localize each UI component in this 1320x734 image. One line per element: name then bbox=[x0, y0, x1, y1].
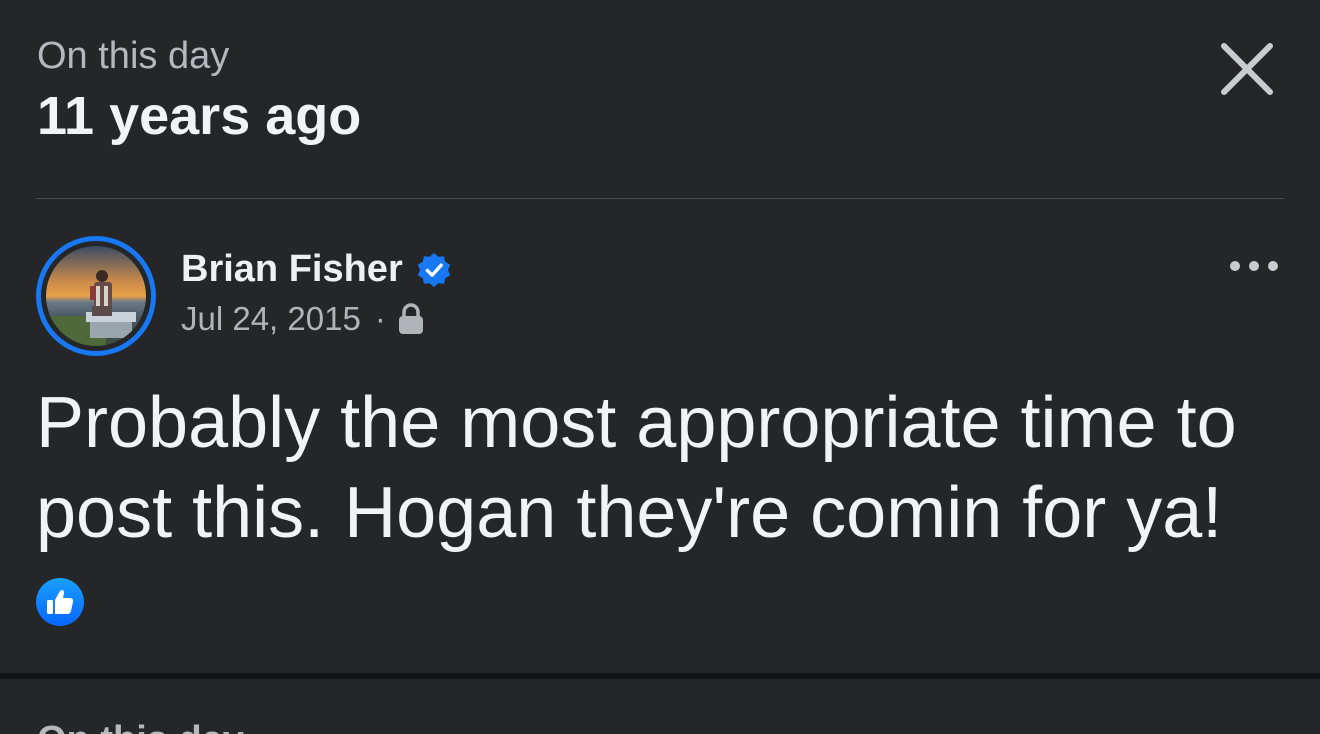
post-text: Probably the most appropriate time to po… bbox=[36, 383, 1237, 553]
post-author-row: Brian Fisher bbox=[181, 248, 453, 291]
avatar[interactable] bbox=[36, 236, 156, 356]
close-icon bbox=[1221, 43, 1273, 95]
thumbs-up-icon bbox=[36, 578, 84, 626]
lock-icon[interactable] bbox=[398, 303, 424, 335]
memory-header: On this day 11 years ago bbox=[37, 30, 361, 152]
next-section-title: On this day bbox=[37, 719, 244, 734]
header-title: 11 years ago bbox=[37, 86, 362, 146]
post-date[interactable]: Jul 24, 2015 bbox=[181, 300, 361, 338]
more-options-icon bbox=[1230, 261, 1278, 271]
header-divider bbox=[36, 198, 1284, 199]
meta-separator: · bbox=[374, 300, 386, 337]
close-button[interactable] bbox=[1214, 36, 1280, 102]
reaction-like-badge[interactable] bbox=[36, 578, 84, 626]
header-kicker: On this day bbox=[37, 35, 230, 77]
next-memory-section: On this day bbox=[0, 679, 1320, 734]
verified-badge-icon bbox=[417, 252, 450, 287]
author-name[interactable]: Brian Fisher bbox=[181, 248, 403, 291]
more-options-button[interactable] bbox=[1226, 250, 1282, 282]
memories-screen: On this day 11 years ago Brian Fisher Ju… bbox=[0, 0, 1320, 734]
avatar-image bbox=[46, 246, 146, 346]
post-meta: Jul 24, 2015 · bbox=[181, 300, 424, 338]
